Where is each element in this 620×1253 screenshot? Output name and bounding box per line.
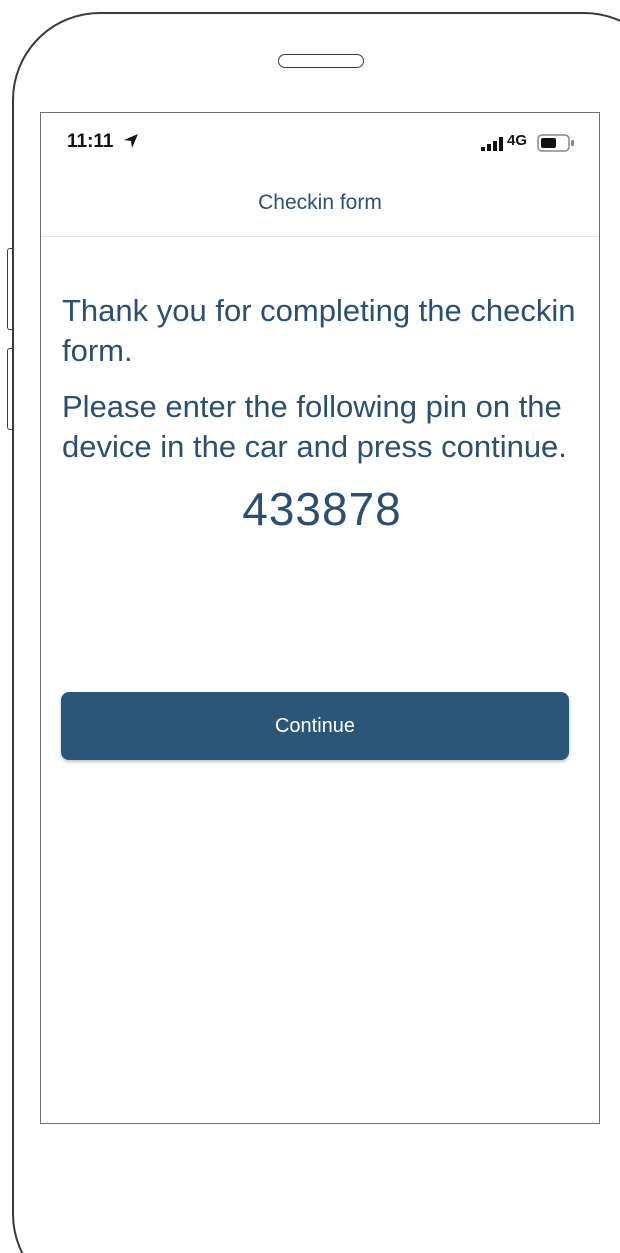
speaker-grille [278, 54, 364, 68]
status-time: 11:11 [67, 131, 114, 152]
thank-you-message: Thank you for completing the checkin for… [62, 293, 576, 368]
page: 11:11 4G Checkin form Thank you for comp… [0, 0, 620, 1253]
page-title: Checkin form [258, 191, 382, 214]
nav-bar: Checkin form [41, 173, 599, 237]
continue-button[interactable]: Continue [61, 692, 569, 760]
battery-icon [537, 134, 574, 152]
pin-instructions: Please enter the following pin on the de… [62, 389, 567, 464]
pin-code: 433878 [242, 483, 402, 535]
phone-screen: 11:11 4G Checkin form Thank you for comp… [40, 112, 600, 1124]
location-arrow-icon [124, 134, 138, 148]
confirmation-content: Thank you for completing the checkin for… [62, 291, 582, 537]
signal-bars-icon [481, 137, 503, 151]
status-bar: 11:11 4G [41, 113, 599, 173]
network-type: 4G [507, 132, 528, 149]
